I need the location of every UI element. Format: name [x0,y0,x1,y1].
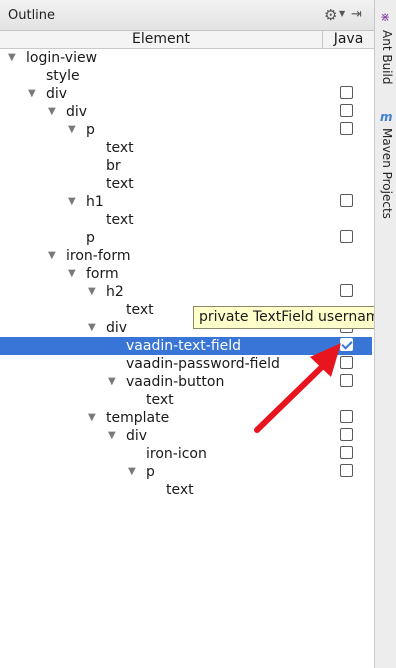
tree-row-label: style [46,68,80,84]
tree-row-label: p [146,464,155,480]
tree-row-label: text [126,302,154,318]
tree-row[interactable]: ▼ p [0,121,372,139]
tree-row-label: text [106,140,134,156]
tree-row[interactable]: ▼ div [0,85,372,103]
tree-row[interactable]: vaadin-text-field [0,337,372,355]
expand-arrow-icon[interactable]: ▼ [68,267,76,281]
tree-row[interactable]: ▼ h2 [0,283,372,301]
tree-row-label: h2 [106,284,124,300]
tool-window-strip: ⋇ Ant Build m Maven Projects [374,0,396,668]
tree-row[interactable]: ▼ login-view [0,49,372,67]
java-binding-checkbox[interactable] [340,104,353,117]
tree-row-label: div [66,104,88,120]
tree-row[interactable]: text [0,175,372,193]
gear-icon[interactable]: ⚙ [324,7,337,23]
tab-maven-projects-label: Maven Projects [380,128,394,219]
java-binding-checkbox[interactable] [340,338,353,351]
tree-row[interactable]: text [0,391,372,409]
expand-arrow-icon[interactable]: ▼ [88,285,96,299]
java-binding-checkbox[interactable] [340,284,353,297]
tree-row-label: h1 [86,194,104,210]
hide-panel-icon[interactable]: ⇥ [351,7,362,23]
tree-row-label: text [106,176,134,192]
java-binding-checkbox[interactable] [340,428,353,441]
tree-row[interactable]: ▼ p [0,463,372,481]
expand-arrow-icon[interactable]: ▼ [88,321,96,335]
column-header-element[interactable]: Element [0,31,323,48]
expand-arrow-icon[interactable]: ▼ [88,411,96,425]
tree-row-label: vaadin-text-field [126,338,242,354]
tab-ant-build[interactable]: ⋇ Ant Build [377,8,395,85]
tree-row-label: form [86,266,119,282]
tree-row-label: template [106,410,170,426]
outline-panel: Outline ⚙ ▼ ⇥ Element Java ▼ login-view st… [0,0,391,668]
tree-row[interactable]: ▼ h1 [0,193,372,211]
tree-row[interactable]: br [0,157,372,175]
tree-row-label: vaadin-button [126,374,225,390]
expand-arrow-icon[interactable]: ▼ [68,123,76,137]
expand-arrow-icon[interactable]: ▼ [128,465,136,479]
tab-ant-build-label: Ant Build [380,30,394,85]
tree-row[interactable]: ▼ div [0,103,372,121]
tooltip: private TextField username [193,306,391,329]
tree-header: Element Java [0,31,374,49]
tree-row[interactable]: ▼ vaadin-button [0,373,372,391]
java-binding-checkbox[interactable] [340,464,353,477]
java-binding-checkbox[interactable] [340,230,353,243]
tree-row[interactable]: text [0,481,372,499]
expand-arrow-icon[interactable]: ▼ [28,87,36,101]
tree-row-label: iron-icon [146,446,207,462]
panel-title: Outline [8,8,56,23]
expand-arrow-icon[interactable]: ▼ [48,249,56,263]
tree-row[interactable]: text [0,211,372,229]
ant-icon: ⋇ [380,10,391,24]
expand-arrow-icon[interactable]: ▼ [68,195,76,209]
tree-row-label: text [166,482,194,498]
java-binding-checkbox[interactable] [340,410,353,423]
java-binding-checkbox[interactable] [340,374,353,387]
tree-row-label: div [126,428,148,444]
tree-row[interactable]: ▼ iron-form [0,247,372,265]
tree-row[interactable]: p [0,229,372,247]
tree-row-label: vaadin-password-field [126,356,280,372]
tree-row[interactable]: style [0,67,372,85]
tree-row[interactable]: vaadin-password-field [0,355,372,373]
tab-maven-projects[interactable]: m Maven Projects [377,108,395,228]
expand-arrow-icon[interactable]: ▼ [108,375,116,389]
tree-row-label: p [86,230,95,246]
tree-row-label: text [106,212,134,228]
tree-row[interactable]: ▼ form [0,265,372,283]
tree-row[interactable]: ▼ template [0,409,372,427]
tree-row[interactable]: ▼ div [0,427,372,445]
java-binding-checkbox[interactable] [340,122,353,135]
java-binding-checkbox[interactable] [340,356,353,369]
tree-row[interactable]: iron-icon [0,445,372,463]
tree-row-label: div [106,320,128,336]
tree-row-label: text [146,392,174,408]
panel-titlebar: Outline ⚙ ▼ ⇥ [0,0,374,31]
column-header-java[interactable]: Java [323,31,374,48]
java-binding-checkbox[interactable] [340,446,353,459]
expand-arrow-icon[interactable]: ▼ [48,105,56,119]
tree-row[interactable]: text [0,139,372,157]
chevron-down-icon[interactable]: ▼ [339,9,345,18]
tree-row-label: iron-form [66,248,131,264]
expand-arrow-icon[interactable]: ▼ [108,429,116,443]
tree-row-label: div [46,86,68,102]
java-binding-checkbox[interactable] [340,194,353,207]
tree-row-label: login-view [26,50,98,66]
tree-row-label: br [106,158,121,174]
maven-icon: m [380,110,393,124]
java-binding-checkbox[interactable] [340,86,353,99]
expand-arrow-icon[interactable]: ▼ [8,51,16,65]
tree-row-label: p [86,122,95,138]
